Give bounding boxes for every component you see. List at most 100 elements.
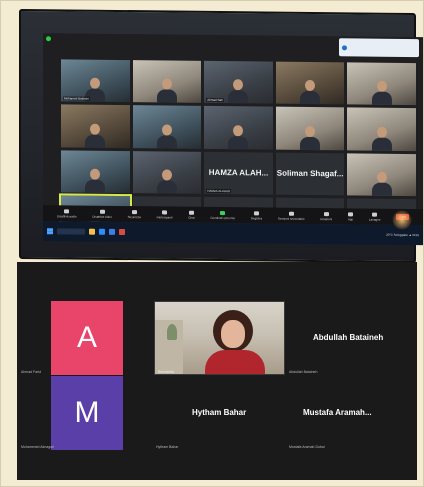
lamp-glow — [392, 209, 412, 231]
chat-icon — [188, 210, 194, 215]
toolbar-button-label: Disattiva audio — [56, 213, 77, 219]
participant-tile[interactable]: Mohamed Bakhshi — [61, 59, 130, 103]
participant-label: Ahmad Sati — [206, 98, 224, 103]
participant-tile[interactable]: Hytham Bahar Hytham Bahar — [154, 376, 286, 450]
toolbar-button-label: App — [347, 216, 354, 221]
shield-icon — [131, 209, 137, 214]
avatar-letter: M — [74, 396, 100, 429]
participant-silhouette — [156, 78, 177, 104]
avatar: A — [51, 301, 123, 375]
zoom-gallery-screen: Mohamed Bakhshi Ahmad Sati HAMZA ALAH... HA… — [43, 33, 423, 246]
photo-collage: Mohamed Bakhshi Ahmad Sati HAMZA ALAH... HA… — [0, 0, 424, 487]
toolbar-button[interactable]: Chat — [188, 210, 195, 220]
participant-silhouette — [228, 124, 249, 150]
participant-tag: Benedetta — [158, 370, 174, 374]
windows-taskbar: 20°C Soleggiato ▲ ENG — [43, 221, 423, 246]
info-icon — [342, 44, 347, 50]
toolbar-button[interactable]: Sessioni secondarie — [278, 211, 305, 220]
taskbar-search[interactable] — [57, 228, 85, 235]
toolbar-button[interactable]: Disattiva video — [92, 209, 112, 218]
participant-name: Abdullah Bataineh — [313, 333, 384, 342]
participant-tile[interactable] — [132, 150, 202, 194]
participant-silhouette — [371, 126, 392, 151]
participant-silhouette — [85, 123, 106, 148]
status-dot-icon — [46, 36, 51, 42]
toolbar-button[interactable]: Lavagne — [369, 212, 381, 221]
toolbar-button-label: Sicurezza — [127, 214, 141, 219]
participant-tile[interactable] — [132, 105, 202, 149]
info-notice[interactable] — [339, 38, 419, 58]
participant-tile[interactable]: M Mohammed Almagari — [17, 376, 153, 450]
participant-tag: Mohammed Almagari — [21, 445, 55, 449]
participant-tile[interactable]: Abdullah Bataineh Abdullah Bataineh — [287, 301, 417, 375]
participant-tile[interactable]: HAMZA ALAH... HAMZA ALAHAD — [204, 151, 273, 195]
participant-tag: Ahmad Farid — [21, 370, 42, 374]
avatar-letter: A — [76, 321, 97, 354]
share-icon — [220, 210, 226, 215]
monitor-photo: Mohamed Bakhshi Ahmad Sati HAMZA ALAH... HA… — [19, 8, 423, 264]
toolbar-button[interactable]: Reazioni — [320, 211, 333, 221]
participant-name: HAMZA ALAH... — [208, 168, 269, 178]
toolbar-button[interactable]: Partecipanti — [156, 209, 173, 220]
apps-icon — [348, 211, 354, 216]
participant-tile[interactable] — [275, 106, 345, 150]
participant-label: HAMZA ALAHAD — [206, 188, 232, 193]
participant-name: Hytham Bahar — [192, 408, 247, 417]
participant-silhouette — [85, 168, 106, 193]
toolbar-button[interactable]: Disattiva audio — [56, 208, 77, 219]
participant-tile[interactable] — [347, 62, 416, 106]
windows-start-icon[interactable] — [47, 228, 53, 235]
toolbar-button-label: Sessioni secondarie — [277, 216, 305, 221]
toolbar-button-label: Disattiva video — [92, 214, 112, 219]
participant-tile[interactable] — [347, 107, 416, 151]
toolbar-button-label: Chat — [188, 215, 195, 220]
participant-tile[interactable]: Mustafa Aramah... Mustafa Aramah Dubai — [287, 376, 417, 450]
app-icon[interactable] — [119, 228, 125, 236]
participant-tile[interactable] — [275, 61, 345, 105]
toolbar-button-label: Condividi schermo — [210, 215, 236, 220]
video-icon — [99, 209, 105, 214]
participant-silhouette — [156, 169, 177, 194]
participant-silhouette — [371, 171, 392, 196]
participant-name: Mustafa Aramah... — [303, 408, 372, 417]
participant-silhouette — [371, 80, 392, 106]
zoom-app-icon[interactable] — [99, 228, 105, 235]
reactions-icon — [323, 211, 329, 216]
participant-tile[interactable]: A Ahmad Farid — [17, 301, 153, 375]
participant-silhouette — [300, 125, 321, 150]
participant-tag: Abdullah Bataineh — [289, 370, 318, 374]
toolbar-button[interactable]: App — [347, 211, 354, 221]
participants-icon — [162, 209, 168, 214]
folder-icon[interactable] — [89, 228, 95, 235]
participant-tile[interactable] — [204, 106, 273, 150]
mic-icon — [64, 208, 70, 213]
toolbar-button[interactable]: Sicurezza — [127, 209, 141, 219]
participant-tile[interactable] — [132, 60, 202, 104]
toolbar-button-label: Registra — [250, 215, 262, 220]
toolbar-button[interactable]: Registra — [250, 210, 262, 220]
rooms-icon — [288, 211, 294, 216]
participant-video[interactable]: Benedetta — [154, 301, 285, 375]
participant-tile[interactable] — [61, 149, 130, 193]
participant-silhouette — [228, 79, 249, 104]
participant-tile[interactable]: Soliman Shagaf... — [275, 152, 345, 196]
participant-silhouette — [156, 123, 177, 149]
toolbar-button-label: Lavagne — [369, 217, 381, 222]
toolbar-button-label: Partecipanti — [156, 214, 173, 220]
browser-icon[interactable] — [109, 228, 115, 235]
participant-silhouette — [300, 80, 321, 105]
participant-name: Soliman Shagaf... — [276, 168, 344, 179]
toolbar-button[interactable]: Condividi schermo — [210, 210, 236, 220]
participant-label: Mohamed Bakhshi — [63, 96, 90, 101]
whiteboard-icon — [372, 212, 378, 217]
toolbar-button-label: Reazioni — [320, 216, 333, 221]
participant-tile[interactable]: Ahmad Sati — [204, 60, 273, 104]
avatar: M — [51, 376, 123, 450]
participant-tile[interactable] — [61, 104, 130, 148]
system-tray: 20°C Soleggiato ▲ ENG — [386, 232, 419, 238]
record-icon — [253, 210, 259, 215]
participant-tag: Mustafa Aramah Dubai — [289, 445, 325, 449]
zoom-panel: A Ahmad Farid Benedetta Abdullah Bataine… — [17, 262, 417, 480]
participant-tile[interactable] — [347, 152, 416, 196]
participant-tag: Hytham Bahar — [156, 445, 179, 449]
